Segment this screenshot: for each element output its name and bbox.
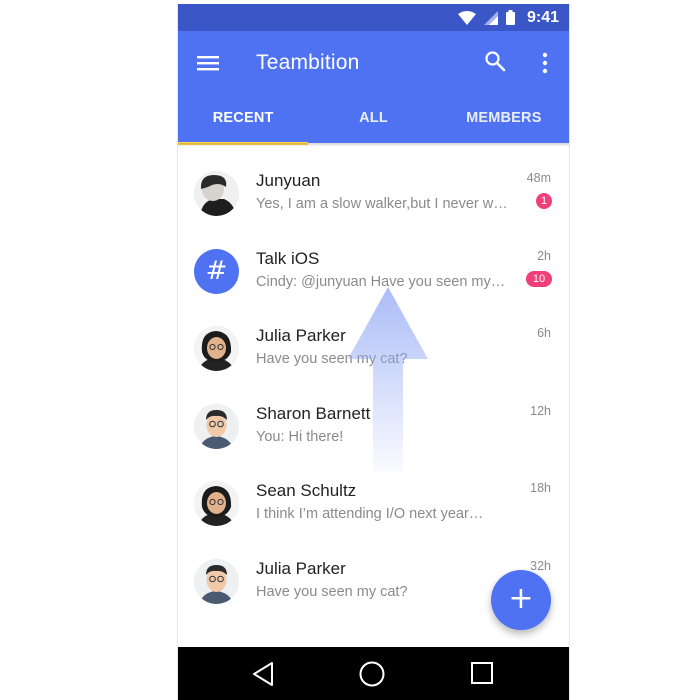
menu-button[interactable]: [196, 51, 220, 75]
avatar: [194, 558, 239, 604]
channel-hashtag-icon: #: [194, 248, 239, 294]
conversation-name: Sharon Barnett: [256, 403, 371, 423]
avatar: [194, 481, 239, 526]
conversation-item[interactable]: Sean Schultz I think I’m attending I/O n…: [178, 457, 569, 535]
app-title: Teambition: [256, 51, 360, 74]
tab-members[interactable]: MEMBERS: [439, 99, 569, 143]
conversation-name: Julia Parker: [256, 558, 346, 578]
conversation-preview: Cindy: @junyuan Have you seen my cat?: [256, 273, 508, 290]
unread-badge: 1: [536, 193, 552, 209]
system-nav-bar: [178, 647, 569, 700]
unread-badge: 10: [526, 270, 552, 287]
conversation-preview: I think I’m attending I/O next year…: [256, 506, 484, 522]
tab-recent[interactable]: RECENT: [178, 99, 308, 143]
hamburger-menu-icon: [196, 56, 220, 79]
avatar: [194, 171, 239, 216]
avatar: [194, 403, 239, 449]
conversation-time: 2h: [537, 248, 551, 263]
add-icon: +: [508, 581, 534, 616]
battery-icon: [505, 10, 515, 25]
conversation-preview: Have you seen my cat?: [256, 583, 408, 600]
app-bar: Teambition RECENT ALL MEMBERS: [178, 31, 569, 143]
conversation-item[interactable]: Junyuan Yes, I am a slow walker,but I ne…: [178, 147, 569, 225]
conversation-item[interactable]: # Talk iOS Cindy: @junyuan Have you seen…: [178, 225, 569, 303]
new-conversation-fab[interactable]: +: [491, 570, 551, 630]
conversation-time: 18h: [530, 481, 551, 495]
cellular-signal-icon: [483, 10, 498, 25]
avatar: [194, 326, 239, 371]
conversation-time: 48m: [526, 171, 551, 185]
more-options-button[interactable]: [539, 51, 551, 75]
conversation-preview: You: Hi there!: [256, 428, 344, 445]
conversation-list: Junyuan Yes, I am a slow walker,but I ne…: [178, 147, 569, 612]
tab-all[interactable]: ALL: [308, 99, 438, 143]
search-button[interactable]: [484, 50, 506, 72]
search-icon: [484, 51, 506, 76]
back-triangle-icon[interactable]: [251, 661, 275, 687]
wifi-icon: [457, 10, 476, 25]
conversation-name: Junyuan: [256, 171, 321, 190]
conversation-preview: Yes, I am a slow walker,but I never walk…: [256, 196, 514, 212]
conversation-item[interactable]: Julia Parker Have you seen my cat? 6h: [178, 302, 569, 380]
more-vert-icon: [539, 52, 551, 79]
tab-bar: RECENT ALL MEMBERS: [178, 99, 569, 143]
phone-screen: 9:41 Teambition RECENT ALL MEMBERS Junyu…: [177, 4, 570, 700]
conversation-time: 32h: [530, 558, 551, 573]
conversation-time: 6h: [537, 326, 551, 340]
conversation-time: 12h: [530, 403, 551, 418]
status-bar: 9:41: [178, 4, 569, 31]
conversation-name: Talk iOS: [256, 248, 320, 268]
home-circle-icon[interactable]: [358, 660, 386, 688]
conversation-item[interactable]: Sharon Barnett You: Hi there! 12h: [178, 380, 569, 458]
conversation-name: Julia Parker: [256, 326, 346, 345]
conversation-preview: Have you seen my cat?: [256, 351, 408, 367]
conversation-name: Sean Schultz: [256, 481, 357, 500]
status-time: 9:41: [526, 8, 559, 26]
recents-square-icon[interactable]: [470, 661, 494, 687]
